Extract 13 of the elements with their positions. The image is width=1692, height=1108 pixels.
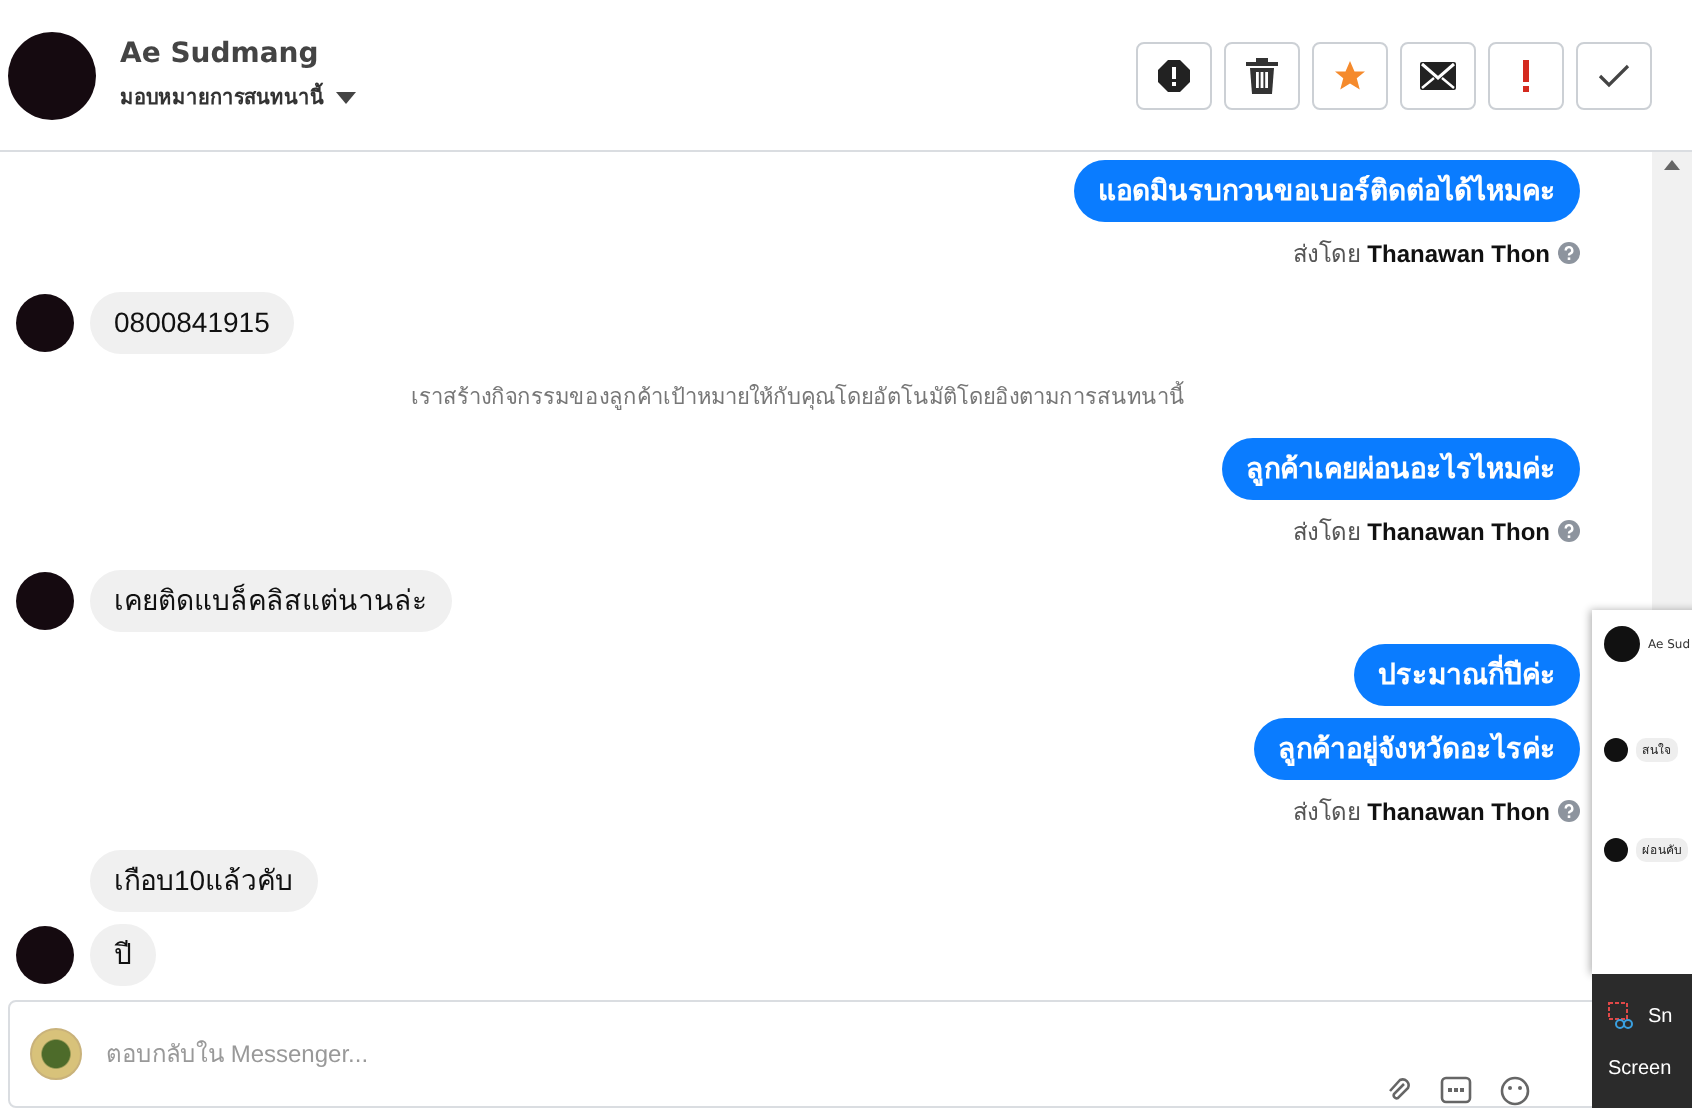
sent-by-label: ส่งโดย Thanawan Thon <box>1292 516 1550 550</box>
received-message: ปี <box>90 924 156 986</box>
sent-message: แอดมินรบกวนขอเบอร์ติดต่อได้ไหมคะ <box>1074 160 1580 222</box>
received-message: เกือบ10แล้วคับ <box>90 850 318 912</box>
received-message: เคยติดแบล็คลิสแต่นานล่ะ <box>90 570 452 632</box>
sent-message: ประมาณกี่ปีค่ะ <box>1354 644 1580 706</box>
sent-message: ลูกค้าเคยผ่อนอะไรไหมค่ะ <box>1222 438 1580 500</box>
sent-by-label: ส่งโดย Thanawan Thon <box>1292 238 1550 272</box>
received-message: 0800841915 <box>90 292 294 354</box>
sent-message: ลูกค้าอยู่จังหวัดอะไรค่ะ <box>1254 718 1580 780</box>
sent-by-label: ส่งโดย Thanawan Thon <box>1292 796 1550 830</box>
contact-name: Ae Sudmang <box>120 38 321 70</box>
system-notice: เราสร้างกิจกรรมของลูกค้าเป้าหมายให้กับคุณโดยอัตโนมัติโดยอิงตามการสนทนานี้ <box>411 378 1185 414</box>
